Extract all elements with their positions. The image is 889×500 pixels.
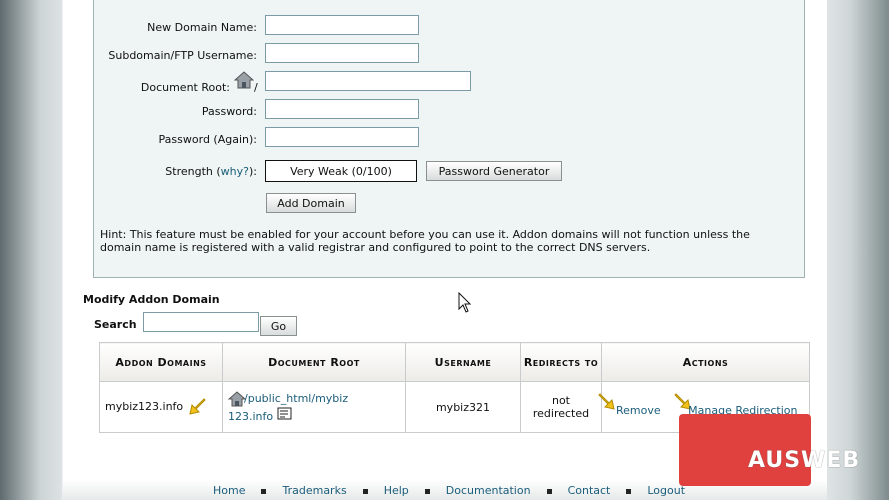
arrow-icon — [187, 398, 206, 416]
subdomain-input[interactable] — [265, 43, 419, 63]
strength-label: Strength (why?): — [165, 165, 257, 178]
col-actions: Actions — [601, 342, 810, 382]
footer-links: Home Trademarks Help Documentation Contact Lo… — [213, 484, 685, 497]
go-button[interactable]: Go — [260, 316, 297, 336]
docroot-prefix: / — [254, 81, 258, 94]
subdomain-label: Subdomain/FTP Username: — [108, 49, 257, 62]
strength-value: Very Weak (0/100) — [290, 164, 392, 178]
modify-addon-title: Modify Addon Domain — [83, 293, 220, 306]
col-document-root: Document Root — [222, 342, 406, 382]
search-label: Search — [94, 318, 137, 331]
add-domain-button[interactable]: Add Domain — [266, 193, 356, 213]
footer-trademarks-link[interactable]: Trademarks — [282, 484, 346, 497]
remove-link[interactable]: Remove — [616, 404, 661, 417]
password-strength-meter: Very Weak (0/100) — [265, 160, 417, 182]
footer-home-link[interactable]: Home — [213, 484, 245, 497]
document-root-label: Document Root: — [140, 81, 230, 94]
password-input[interactable] — [265, 99, 419, 119]
home-icon — [227, 390, 247, 407]
new-domain-label: New Domain Name: — [147, 21, 257, 34]
col-redirects-to: Redirects to — [520, 342, 602, 382]
why-link[interactable]: why? — [221, 165, 249, 178]
new-domain-input[interactable] — [265, 15, 419, 35]
footer-contact-link[interactable]: Contact — [568, 484, 611, 497]
search-input[interactable] — [143, 312, 259, 332]
domain-cell: mybiz123.info — [99, 381, 223, 433]
password-label: Password: — [201, 105, 257, 118]
password-again-input[interactable] — [265, 127, 419, 147]
hint-text: Hint: This feature must be enabled for y… — [100, 228, 750, 254]
document-root-input[interactable] — [265, 71, 471, 91]
docroot-link-line1[interactable]: /public_html/mybiz — [244, 392, 348, 405]
redirect-cell: not redirected — [520, 381, 602, 433]
footer-documentation-link[interactable]: Documentation — [446, 484, 531, 497]
remove-icon[interactable] — [598, 392, 616, 410]
mouse-cursor-icon — [458, 292, 472, 313]
table-header-row: Addon Domains Document Root Username Red… — [99, 342, 810, 382]
username-cell: mybiz321 — [405, 381, 521, 433]
ausweb-logo-text: AUSWEB — [748, 448, 861, 473]
footer-help-link[interactable]: Help — [384, 484, 409, 497]
edit-icon[interactable] — [277, 407, 292, 423]
password-generator-button[interactable]: Password Generator — [426, 161, 562, 181]
password-again-label: Password (Again): — [158, 133, 257, 146]
col-addon-domains: Addon Domains — [99, 342, 223, 382]
col-username: Username — [405, 342, 521, 382]
home-icon — [233, 71, 255, 92]
footer-logout-link[interactable]: Logout — [647, 484, 685, 497]
docroot-link-line2[interactable]: 123.info — [228, 410, 273, 423]
domain-name: mybiz123.info — [105, 400, 184, 413]
docroot-cell: /public_html/mybiz 123.info — [222, 381, 406, 433]
